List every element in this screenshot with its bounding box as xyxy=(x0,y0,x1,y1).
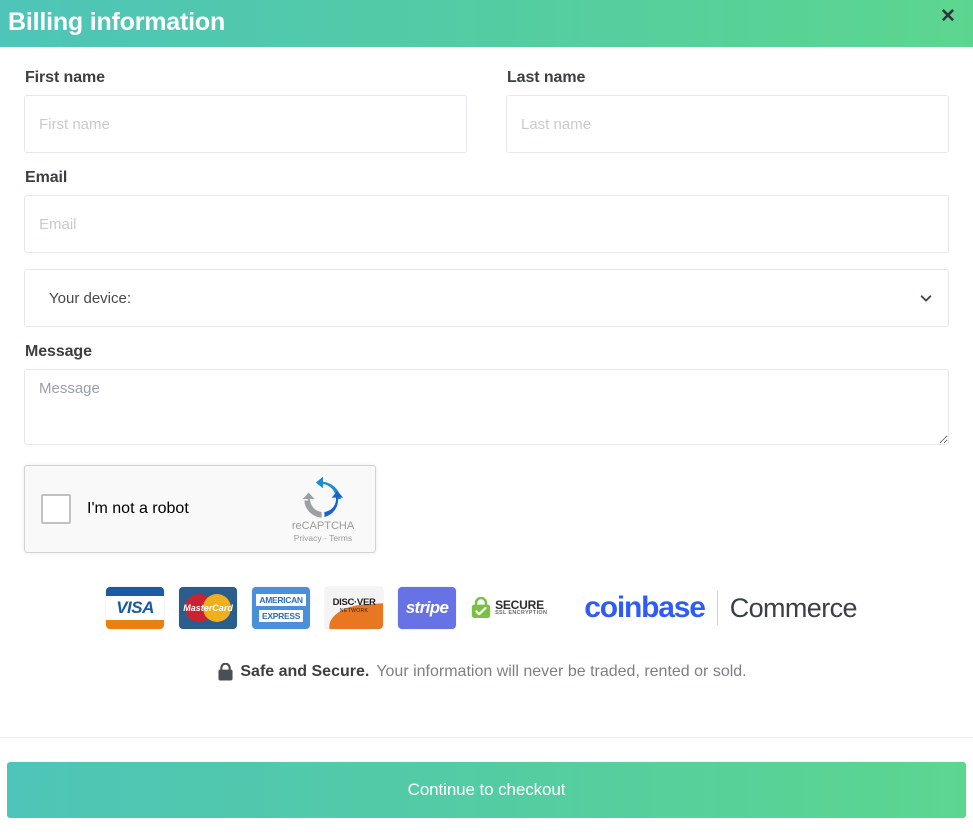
first-name-label: First name xyxy=(25,69,105,86)
lock-icon xyxy=(218,663,233,681)
device-group: Your device: xyxy=(24,269,949,327)
device-select[interactable]: Your device: xyxy=(24,269,949,327)
recaptcha-widget[interactable]: I'm not a robot reCAPTCHA Privacy - Term… xyxy=(24,465,376,553)
message-group: Message xyxy=(24,343,949,445)
last-name-input[interactable] xyxy=(506,95,949,153)
first-name-input[interactable] xyxy=(24,95,467,153)
payment-logos-row: VISA MasterCard AMERICAN EXPRESS DISC·VE… xyxy=(24,587,949,629)
name-row: First name Last name xyxy=(24,69,949,153)
message-label: Message xyxy=(25,343,92,360)
last-name-label: Last name xyxy=(507,69,586,86)
safe-and-secure-notice: Safe and Secure. Your information will n… xyxy=(24,663,949,681)
first-name-group: First name xyxy=(24,69,467,153)
email-group: Email xyxy=(24,169,949,253)
coinbase-commerce-logo: coinbase Commerce xyxy=(584,591,858,625)
stripe-icon: stripe xyxy=(398,587,457,629)
billing-information-modal: Billing information ✕ First name Last na… xyxy=(0,0,973,840)
email-label: Email xyxy=(25,169,68,186)
discover-icon: DISC·VER NETWORK xyxy=(325,587,384,629)
recaptcha-brand-text: reCAPTCHA xyxy=(291,520,355,532)
safe-notice-bold: Safe and Secure. xyxy=(240,663,370,680)
coinbase-commerce-text: Commerce xyxy=(729,592,858,623)
recaptcha-logo-icon xyxy=(302,476,344,518)
modal-footer: Continue to checkout xyxy=(0,737,973,840)
message-textarea[interactable] xyxy=(24,369,949,445)
safe-notice-text: Your information will never be traded, r… xyxy=(376,663,747,680)
logo-divider xyxy=(716,591,718,625)
visa-icon: VISA xyxy=(106,587,165,629)
recaptcha-privacy-terms[interactable]: Privacy - Terms xyxy=(284,533,362,543)
recaptcha-branding: reCAPTCHA Privacy - Terms xyxy=(284,476,362,543)
secure-subtitle: SSL ENCRYPTION xyxy=(495,610,548,617)
american-express-icon: AMERICAN EXPRESS xyxy=(252,587,311,629)
secure-ssl-badge: SECURE SSL ENCRYPTION xyxy=(471,597,547,619)
green-lock-icon xyxy=(471,597,491,618)
modal-header: Billing information ✕ xyxy=(0,0,973,47)
modal-body: First name Last name Email Your device: xyxy=(0,47,973,737)
recaptcha-label: I'm not a robot xyxy=(87,500,189,517)
last-name-group: Last name xyxy=(506,69,949,153)
continue-to-checkout-button[interactable]: Continue to checkout xyxy=(7,762,966,818)
email-input[interactable] xyxy=(24,195,949,253)
recaptcha-checkbox[interactable] xyxy=(41,494,71,524)
close-icon[interactable]: ✕ xyxy=(936,4,960,28)
mastercard-icon: MasterCard xyxy=(179,587,238,629)
page-title: Billing information xyxy=(8,8,226,36)
coinbase-wordmark: coinbase xyxy=(584,591,706,624)
